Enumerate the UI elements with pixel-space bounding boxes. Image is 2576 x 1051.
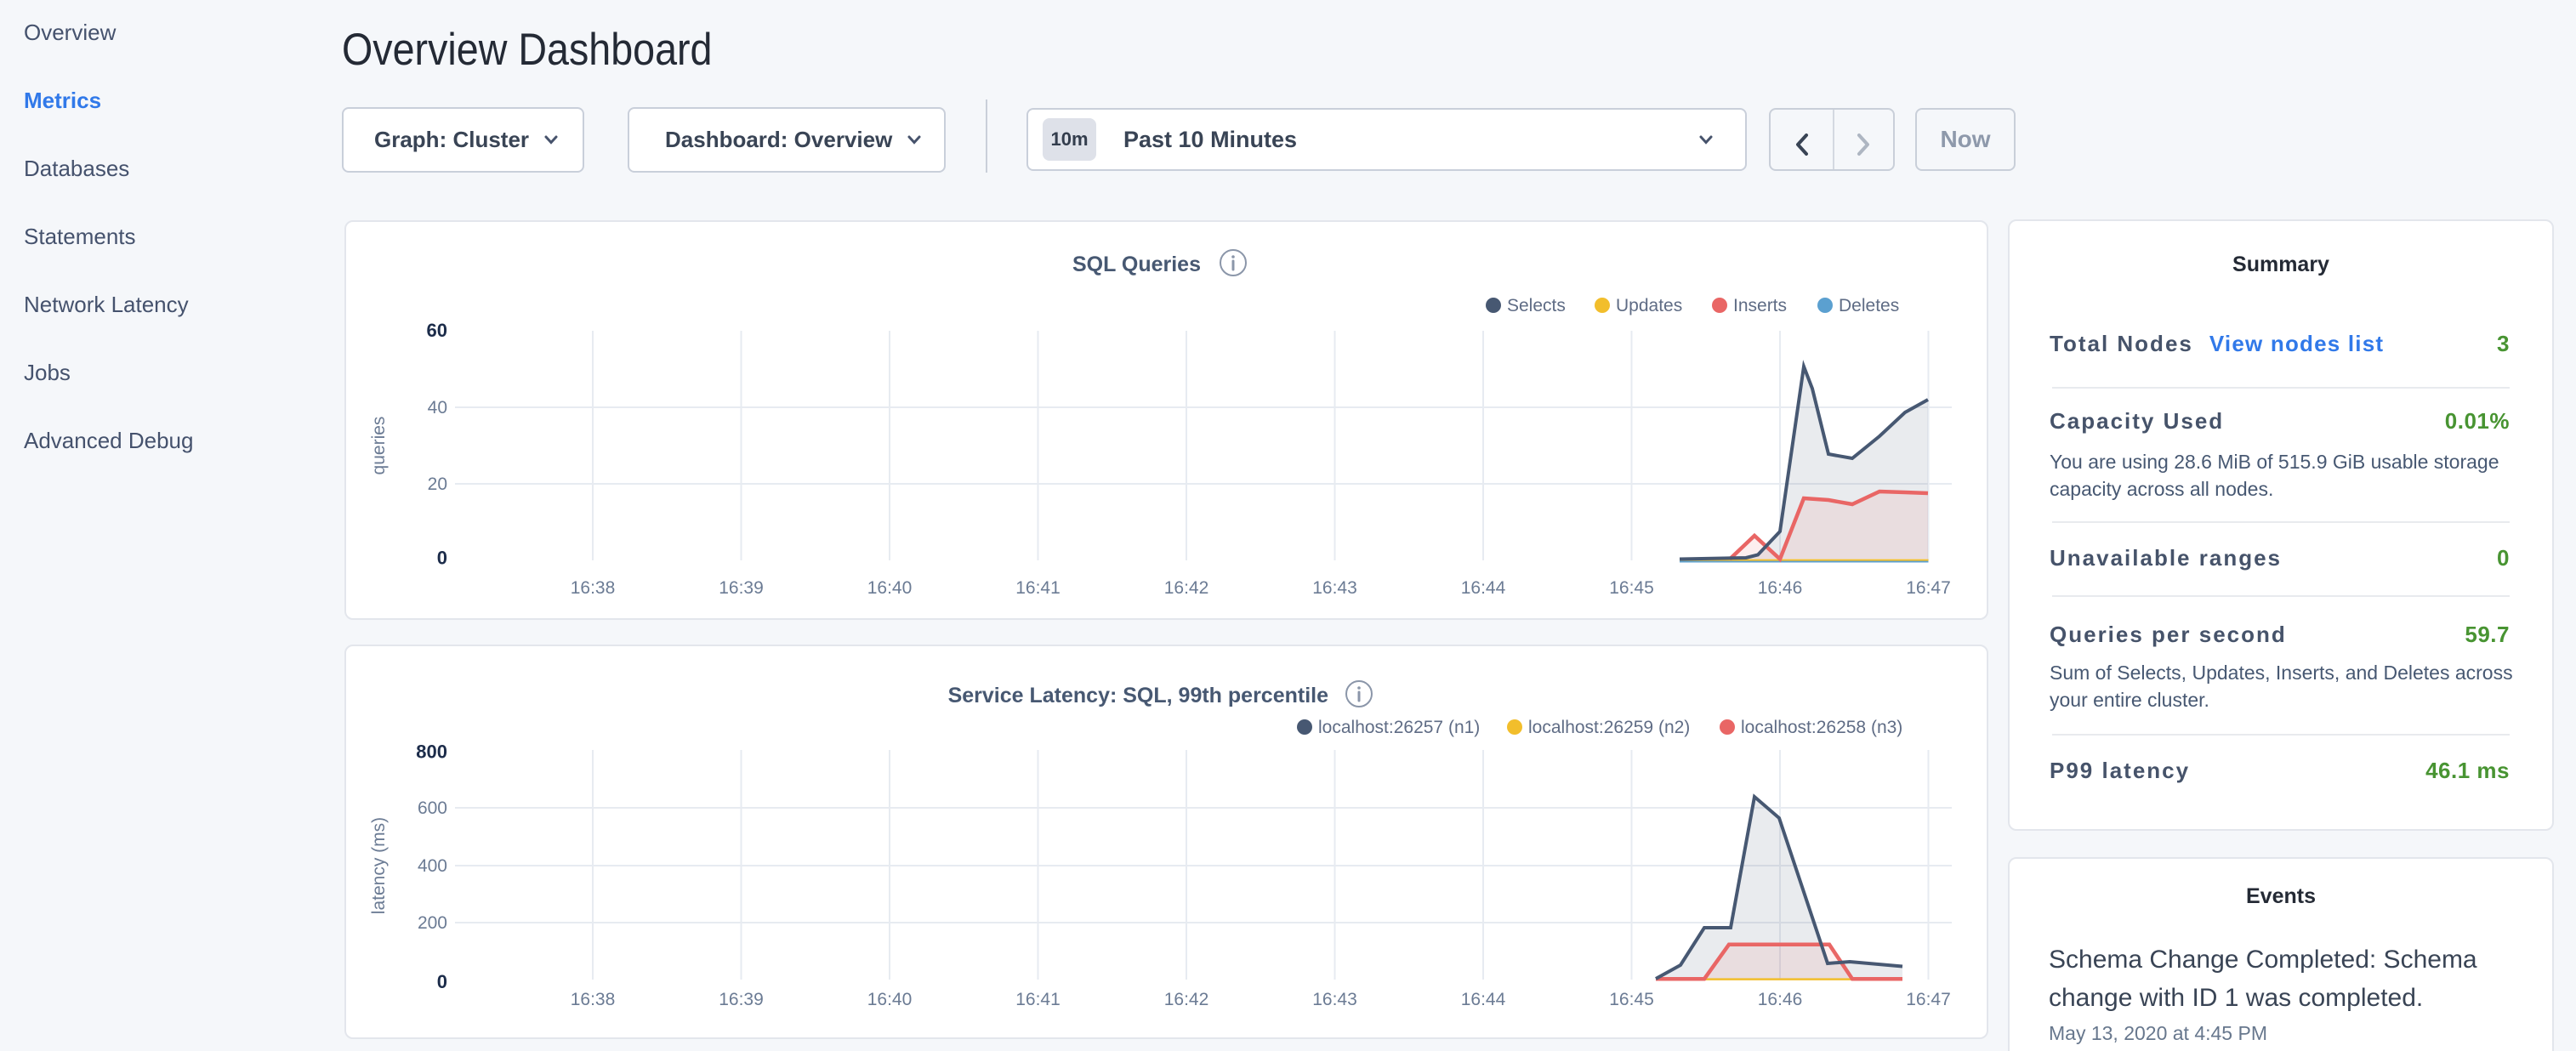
- svg-text:40: 40: [428, 398, 447, 418]
- svg-text:Service Latency: SQL, 99th per: Service Latency: SQL, 99th percentile: [948, 684, 1328, 707]
- svg-text:20: 20: [428, 474, 447, 494]
- svg-text:queries: queries: [369, 417, 389, 475]
- svg-text:Inserts: Inserts: [1733, 296, 1787, 315]
- svg-text:latency (ms): latency (ms): [369, 817, 389, 914]
- svg-text:16:42: 16:42: [1164, 990, 1209, 1009]
- svg-text:16:46: 16:46: [1758, 578, 1803, 598]
- svg-text:16:47: 16:47: [1906, 990, 1951, 1009]
- svg-text:SQL Queries: SQL Queries: [1072, 253, 1201, 276]
- svg-text:Deletes: Deletes: [1839, 296, 1899, 315]
- svg-text:16:39: 16:39: [719, 578, 764, 598]
- svg-text:600: 600: [418, 798, 447, 818]
- svg-text:200: 200: [418, 913, 447, 933]
- svg-text:16:38: 16:38: [571, 990, 616, 1009]
- svg-text:16:43: 16:43: [1312, 578, 1357, 598]
- svg-text:16:40: 16:40: [867, 578, 913, 598]
- svg-text:60: 60: [427, 320, 447, 341]
- svg-text:400: 400: [418, 856, 447, 876]
- svg-text:16:42: 16:42: [1164, 578, 1209, 598]
- svg-text:16:44: 16:44: [1461, 578, 1506, 598]
- svg-text:16:40: 16:40: [867, 990, 913, 1009]
- svg-text:16:45: 16:45: [1609, 990, 1654, 1009]
- svg-text:Selects: Selects: [1507, 296, 1566, 315]
- svg-text:16:39: 16:39: [719, 990, 764, 1009]
- svg-text:localhost:26258 (n3): localhost:26258 (n3): [1741, 718, 1902, 737]
- svg-text:16:44: 16:44: [1461, 990, 1506, 1009]
- svg-text:800: 800: [416, 741, 447, 763]
- svg-text:16:41: 16:41: [1015, 990, 1061, 1009]
- svg-text:16:38: 16:38: [571, 578, 616, 598]
- svg-text:0: 0: [437, 548, 447, 569]
- svg-text:16:45: 16:45: [1609, 578, 1654, 598]
- svg-text:localhost:26257 (n1): localhost:26257 (n1): [1318, 718, 1480, 737]
- svg-text:16:43: 16:43: [1312, 990, 1357, 1009]
- svg-text:localhost:26259 (n2): localhost:26259 (n2): [1528, 718, 1690, 737]
- svg-text:0: 0: [437, 971, 447, 992]
- svg-text:16:41: 16:41: [1015, 578, 1061, 598]
- svg-text:16:47: 16:47: [1906, 578, 1951, 598]
- svg-text:Updates: Updates: [1616, 296, 1682, 315]
- svg-text:16:46: 16:46: [1758, 990, 1803, 1009]
